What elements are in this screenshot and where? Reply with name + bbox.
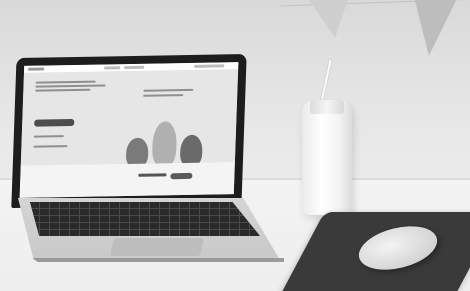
- milk-bottle: [302, 100, 352, 215]
- footer-cta-button: [170, 172, 193, 180]
- keyboard-rows: [30, 202, 260, 236]
- laptop-trackpad: [110, 238, 204, 256]
- site-menu-item: [104, 66, 121, 70]
- hero-line: [143, 88, 194, 92]
- hero-button: [34, 118, 75, 127]
- hero-line: [35, 84, 106, 88]
- site-menu-item: [194, 64, 225, 68]
- illustration-person: [151, 121, 178, 168]
- laptop-screen: [19, 62, 239, 198]
- site-menu-item: [124, 65, 145, 70]
- hero-line: [33, 145, 68, 148]
- footer-cta-text: [138, 173, 167, 177]
- laptop-front-edge: [32, 258, 284, 262]
- bunting-flag: [406, 0, 458, 59]
- site-footer: [19, 162, 235, 198]
- hero-line: [35, 80, 96, 84]
- site-logo: [28, 67, 45, 71]
- hero-line: [143, 94, 184, 97]
- photo-scene: [0, 0, 470, 291]
- bunting-flag: [307, 0, 357, 41]
- hero-line: [33, 135, 64, 138]
- hero-line: [35, 88, 91, 92]
- milk-bottle-neck: [310, 100, 344, 114]
- site-hero: [20, 70, 239, 169]
